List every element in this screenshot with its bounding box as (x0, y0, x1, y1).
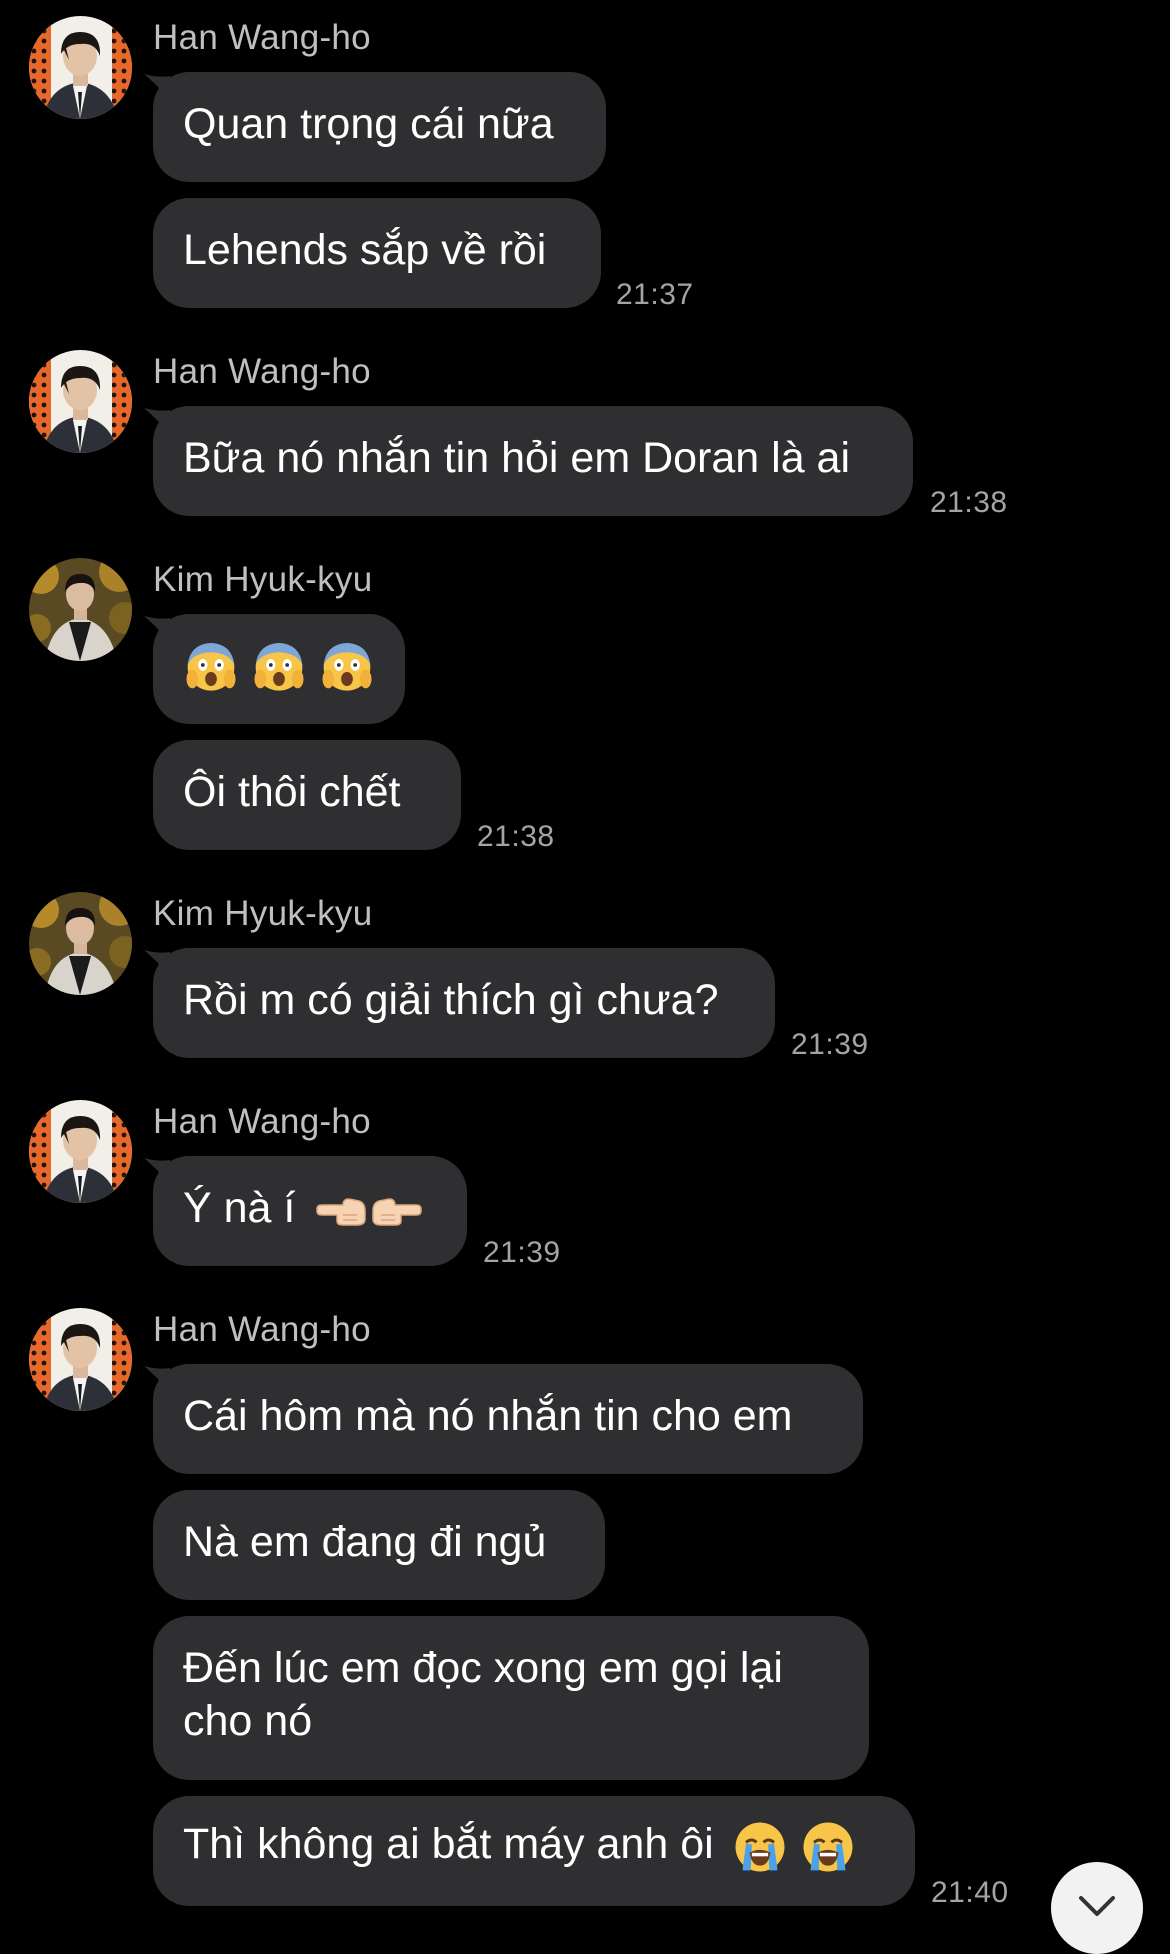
han-wang-ho-avatar[interactable] (29, 16, 132, 119)
message-text: Ôi thôi chết (183, 768, 401, 816)
message-bubble[interactable]: Lehends sắp về rồi (153, 198, 601, 308)
message-text: Cái hôm mà nó nhắn tin cho em (183, 1392, 793, 1440)
message-bubble[interactable]: Bữa nó nhắn tin hỏi em Doran là ai (153, 406, 913, 516)
sender-name: Kim Hyuk-kyu (153, 894, 373, 933)
timestamp: 21:39 (483, 1236, 561, 1269)
sender-name: Han Wang-ho (153, 352, 371, 391)
timestamp: 21:37 (616, 278, 694, 311)
scroll-to-bottom-button[interactable] (1051, 1862, 1143, 1954)
scream-emoji (183, 637, 239, 693)
message-text: Lehends sắp về rồi (183, 226, 547, 274)
message-bubble[interactable]: Ôi thôi chết (153, 740, 461, 850)
timestamp: 21:40 (931, 1876, 1009, 1909)
kim-hyuk-kyu-avatar[interactable] (29, 558, 132, 661)
chevron-down-icon (1079, 1896, 1115, 1916)
loudly-crying-emoji (800, 1819, 856, 1875)
sender-name: Kim Hyuk-kyu (153, 560, 373, 599)
kim-hyuk-kyu-avatar[interactable] (29, 892, 132, 995)
sender-name: Han Wang-ho (153, 1102, 371, 1141)
timestamp: 21:39 (791, 1028, 869, 1061)
timestamp: 21:38 (477, 820, 555, 853)
message-bubble[interactable]: Nà em đang đi ngủ (153, 1490, 605, 1600)
loudly-crying-emoji (732, 1819, 788, 1875)
message-text: Đến lúc em đọc xong em gọi lại cho nó (183, 1644, 783, 1745)
message-text: Rồi m có giải thích gì chưa? (183, 976, 719, 1024)
message-text: Thì không ai bắt máy anh ôi (183, 1820, 714, 1868)
message-bubble[interactable]: Ý nà í (153, 1156, 467, 1266)
scream-emoji (319, 637, 375, 693)
message-bubble[interactable]: Thì không ai bắt máy anh ôi (153, 1796, 915, 1906)
message-text: Nà em đang đi ngủ (183, 1518, 547, 1566)
message-bubble[interactable]: Quan trọng cái nữa (153, 72, 606, 182)
point-right-emoji (369, 1191, 425, 1231)
message-bubble[interactable] (153, 614, 405, 724)
message-bubble[interactable]: Rồi m có giải thích gì chưa? (153, 948, 775, 1058)
han-wang-ho-avatar[interactable] (29, 350, 132, 453)
message-text: Ý nà í (183, 1184, 296, 1232)
sender-name: Han Wang-ho (153, 18, 371, 57)
sender-name: Han Wang-ho (153, 1310, 371, 1349)
message-text: Quan trọng cái nữa (183, 100, 554, 148)
point-left-emoji (313, 1191, 369, 1231)
message-text: Bữa nó nhắn tin hỏi em Doran là ai (183, 434, 851, 482)
message-bubble[interactable]: Đến lúc em đọc xong em gọi lại cho nó (153, 1616, 869, 1780)
timestamp: 21:38 (930, 486, 1008, 519)
han-wang-ho-avatar[interactable] (29, 1308, 132, 1411)
scream-emoji (251, 637, 307, 693)
message-bubble[interactable]: Cái hôm mà nó nhắn tin cho em (153, 1364, 863, 1474)
han-wang-ho-avatar[interactable] (29, 1100, 132, 1203)
